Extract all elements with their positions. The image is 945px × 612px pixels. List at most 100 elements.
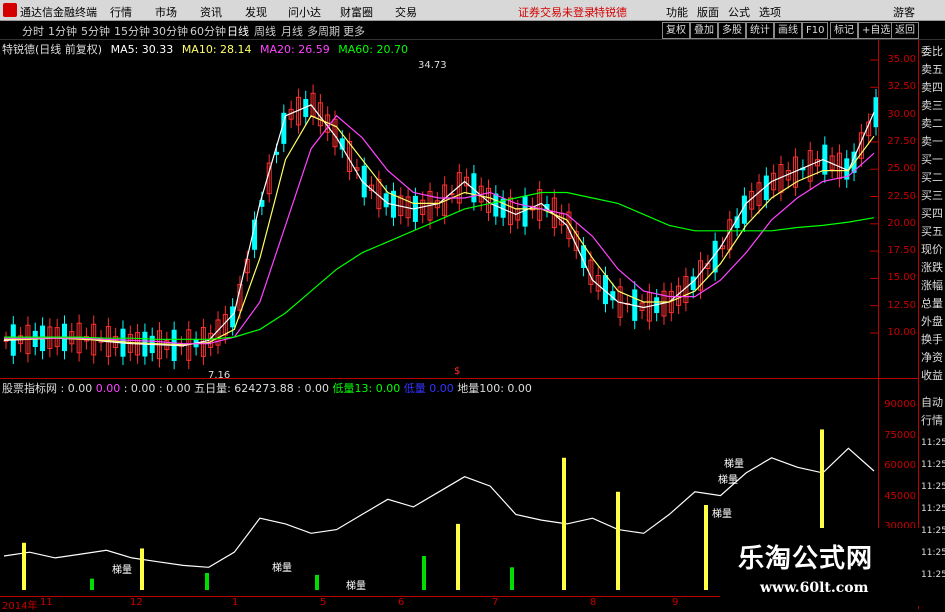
side-label[interactable]: 委比 [921,44,943,60]
side-label[interactable]: 买四 [921,206,943,222]
side-label[interactable]: 买一 [921,152,943,168]
menu-zixun[interactable]: 资讯 [200,4,222,20]
price-tick-label: 15.00 [887,272,916,284]
side-label[interactable]: 净资 [921,350,943,366]
quote-side-panel: 委比卖五卖四卖三卖二卖一买一买二买三买四买五现价涨跌涨幅总量外盘换手净资收益自动… [918,40,945,609]
price-tick-label: 27.50 [887,135,916,147]
side-label[interactable]: 买五 [921,224,943,240]
menu-banmian[interactable]: 版面 [697,4,719,20]
low-volume-label: 低量 [403,382,426,395]
stock-name: 特锐德(日线 前复权) [2,43,103,56]
price-axis: 35.00 32.50 30.00 27.50 25.00 22.50 20.00 17.50… [878,40,919,378]
price-chart[interactable]: 34.73 7.16 $ [0,56,878,378]
period-daily[interactable]: 日线 [227,23,249,39]
user-label[interactable]: 游客 [893,4,915,20]
ma-info-line: 特锐德(日线 前复权) MA5: 30.33 MA10: 28.14 MA20:… [0,41,413,57]
tiliang-label: 梯量 [112,563,132,576]
highlight-volume-bar [562,457,566,590]
price-tick-label: 17.50 [887,245,916,257]
side-label[interactable]: 现价 [921,242,943,258]
draw-button[interactable]: 画线 [774,22,802,39]
side-label[interactable]: 总量 [921,296,943,312]
mark-button[interactable]: 标记 [830,22,858,39]
period-monthly[interactable]: 月线 [281,23,303,39]
add-watchlist-button[interactable]: +自选 [858,22,895,39]
menu-xuanxiang[interactable]: 选项 [759,4,781,20]
side-label[interactable]: 收益 [921,368,943,384]
low-volume-bar [315,574,319,590]
fuquan-button[interactable]: 复权 [662,22,690,39]
date-tick-label: 12 [130,597,143,608]
f10-button[interactable]: F10 [802,22,829,39]
date-tick-label: 7 [492,597,499,608]
volume-info-line: 股票指标网 : 0.00 0.00 : 0.00 : 0.00 五日量: 624… [0,380,532,395]
vol-value-2: 0.00 [95,382,121,395]
indicator-name: 股票指标网 [2,382,57,395]
overlay-button[interactable]: 叠加 [690,22,718,39]
side-label[interactable]: 买三 [921,188,943,204]
menu-faxian[interactable]: 发现 [245,4,267,20]
side-label[interactable]: 卖一 [921,134,943,150]
stats-button[interactable]: 统计 [746,22,774,39]
price-tick-label: 20.00 [887,217,916,229]
side-time: 11:25 [921,526,945,536]
side-label[interactable]: 外盘 [921,314,943,330]
side-label[interactable]: 换手 [921,332,943,348]
side-time: 11:25 [921,570,945,580]
period-toolbar: 分时 1分钟 5分钟 15分钟 30分钟 60分钟 日线 周线 月线 多周期 更… [0,21,945,40]
side-label[interactable]: 卖四 [921,80,943,96]
highlight-volume-bar [140,548,144,590]
period-multi[interactable]: 多周期 [307,23,340,39]
app-title: 通达信金融终端 [20,6,97,19]
date-tick-label: 2014年 [2,601,38,612]
pane-divider [0,378,918,379]
low-volume-bar [90,578,94,590]
side-label[interactable]: 卖二 [921,116,943,132]
period-15min[interactable]: 15分钟 [114,23,150,39]
side-label[interactable]: 涨跌 [921,260,943,276]
side-label[interactable]: 自动 [921,395,943,411]
multistock-button[interactable]: 多股 [718,22,746,39]
menu-bar: 通达信金融终端 行情 市场 资讯 发现 问小达 财富圈 交易 证券交易未登录 特… [0,0,945,21]
dividend-marker: $ [454,366,460,377]
period-more[interactable]: 更多 [343,23,365,39]
side-label[interactable]: 买二 [921,170,943,186]
menu-caifuquan[interactable]: 财富圈 [340,4,373,20]
period-60min[interactable]: 60分钟 [190,23,226,39]
side-label[interactable]: 卖五 [921,62,943,78]
period-5min[interactable]: 5分钟 [81,23,110,39]
side-time: 11:25 [921,504,945,514]
floor-volume-100: 地量100: 0.00 [457,382,532,395]
menu-shichang[interactable]: 市场 [155,4,177,20]
period-1min[interactable]: 1分钟 [48,23,77,39]
high-price-label: 34.73 [418,60,447,71]
side-label[interactable]: 涨幅 [921,278,943,294]
period-weekly[interactable]: 周线 [254,23,276,39]
side-time: 11:25 [921,482,945,492]
login-warning[interactable]: 证券交易未登录 [518,4,595,20]
tiliang-label: 梯量 [718,473,738,486]
date-tick-label: 9 [672,597,679,608]
volume-tick-label: 90000 [884,399,916,410]
menu-gongneng[interactable]: 功能 [666,4,688,20]
tiliang-label: 梯量 [712,507,732,520]
five-day-volume: 五日量: 624273.88 [194,382,294,395]
date-tick-label: 6 [398,597,405,608]
vol-value-3: : 0.00 [123,382,156,395]
date-tick-label: 8 [590,597,597,608]
price-tick-label: 32.50 [887,81,916,93]
menu-gongshi[interactable]: 公式 [728,4,750,20]
brand-label: 特锐德 [594,6,627,19]
back-button[interactable]: 返回 [891,22,919,39]
menu-hangqing[interactable]: 行情 [110,4,132,20]
menu-wenxiaoda[interactable]: 问小达 [288,4,321,20]
ma-line-ma5 [3,104,875,347]
menu-jiaoyi[interactable]: 交易 [395,4,417,20]
period-30min[interactable]: 30分钟 [152,23,188,39]
side-label[interactable]: 卖三 [921,98,943,114]
ma20-value: MA20: 26.59 [260,43,330,56]
period-fenshi[interactable]: 分时 [22,23,44,39]
price-tick-label: 30.00 [887,108,916,120]
side-label[interactable]: 行情 [921,413,943,429]
low-volume-bar [422,556,426,590]
